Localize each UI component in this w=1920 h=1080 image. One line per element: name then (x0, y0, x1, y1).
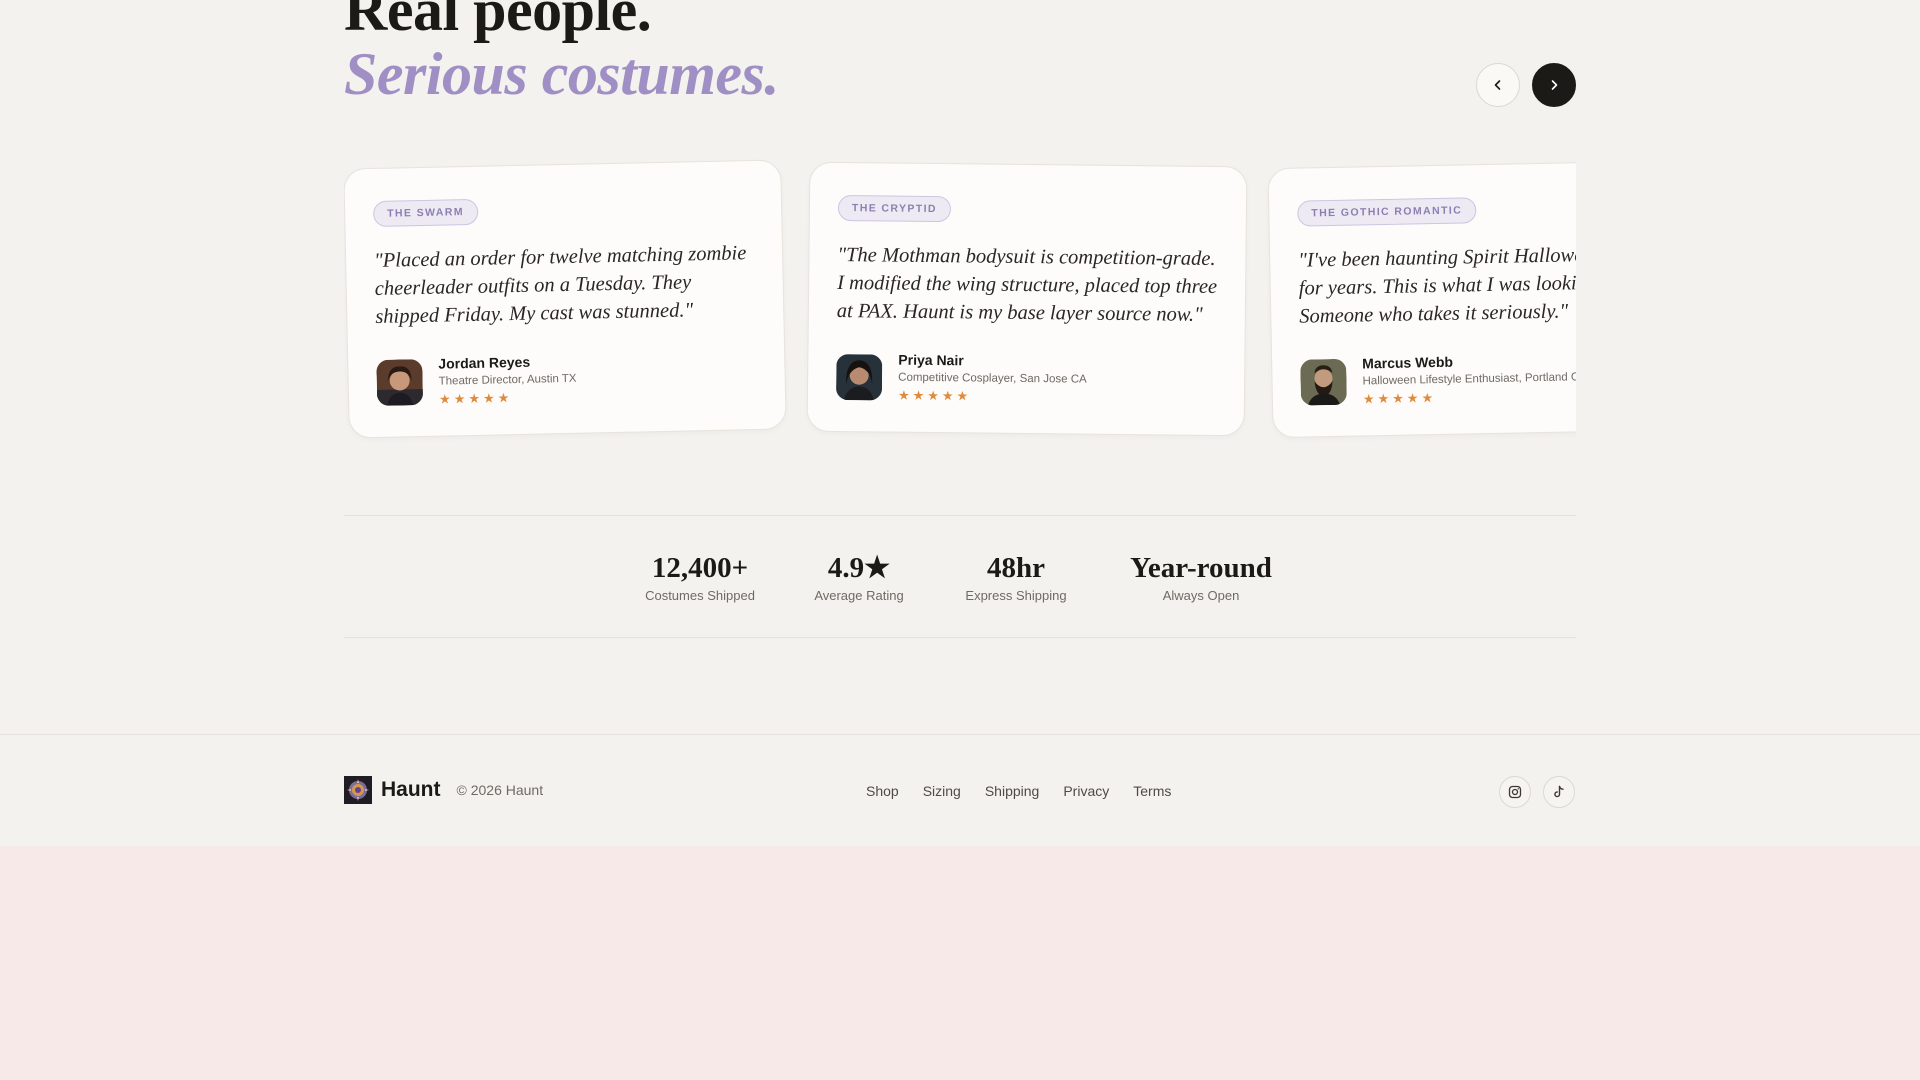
stat-label: Average Rating (814, 588, 904, 603)
testimonial-tag: THE SWARM (372, 198, 479, 227)
tiktok-icon (1554, 785, 1564, 798)
tiktok-button[interactable] (1543, 776, 1575, 808)
quote-line: at PAX. Haunt is my base layer source no… (836, 300, 1203, 326)
heading-line-1: Real people. (344, 0, 652, 43)
testimonial-author: Jordan Reyes Theatre Director, Austin TX… (376, 349, 757, 408)
stat-value: 4.9★ (827, 552, 891, 584)
testimonial-tag: THE CRYPTID (837, 195, 952, 223)
stat-value: 12,400+ (651, 552, 749, 584)
footer-link-sizing[interactable]: Sizing (923, 783, 961, 799)
carousel-next-button[interactable] (1532, 63, 1576, 107)
footer-link-terms[interactable]: Terms (1133, 783, 1171, 799)
stat-value: Year-round (1130, 552, 1272, 584)
quote-line: "The Mothman bodysuit is competition-gra… (837, 244, 1216, 270)
testimonial-quote: "Placed an order for twelve matching zom… (374, 239, 756, 331)
avatar (376, 358, 424, 406)
stat-express-shipping: 48hr Express Shipping (961, 552, 1071, 603)
footer-link-shipping[interactable]: Shipping (985, 783, 1040, 799)
testimonial-card: THE SWARM "Placed an order for twelve ma… (344, 159, 787, 439)
chevron-right-icon (1551, 80, 1558, 90)
footer-link-privacy[interactable]: Privacy (1063, 783, 1109, 799)
stat-average-rating: 4.9★ Average Rating (809, 552, 909, 603)
testimonial-carousel[interactable]: THE SWARM "Placed an order for twelve ma… (344, 150, 1576, 450)
copyright-text: © 2026 Haunt (456, 782, 544, 798)
testimonial-quote: "The Mothman bodysuit is competition-gra… (837, 241, 1218, 329)
author-role: Competitive Cosplayer, San Jose CA (898, 371, 1087, 386)
star-rating: ★★★★★ (897, 387, 972, 404)
avatar (835, 353, 883, 400)
testimonials-page: Real people. Serious costumes. THE SWARM… (0, 0, 1920, 846)
instagram-button[interactable] (1499, 776, 1531, 808)
chevron-left-icon (1494, 80, 1501, 90)
star-rating: ★★★★★ (438, 390, 513, 407)
footer-link-shop[interactable]: Shop (866, 783, 899, 799)
carousel-prev-button[interactable] (1476, 63, 1520, 107)
stat-value: 48hr (987, 552, 1045, 584)
author-role: Theatre Director, Austin TX (438, 372, 577, 388)
stat-costumes-shipped: 12,400+ Costumes Shipped (644, 552, 756, 603)
brand-name: Haunt (381, 778, 441, 801)
site-footer: Haunt © 2026 Haunt Shop Sizing Shipping … (0, 734, 1920, 846)
stat-always-open: Year-round Always Open (1126, 552, 1276, 603)
quote-line: I modified the wing structure, placed to… (837, 272, 1218, 298)
star-rating: ★★★★★ (1362, 390, 1437, 407)
author-role: Halloween Lifestyle Enthusiast, Portland… (1362, 371, 1576, 388)
footer-brand[interactable]: Haunt © 2026 Haunt (344, 776, 543, 804)
stat-label: Always Open (1162, 588, 1240, 603)
footer-nav: Shop Sizing Shipping Privacy Terms (866, 783, 1195, 799)
testimonial-author: Priya Nair Competitive Cosplayer, San Jo… (835, 351, 1217, 406)
heading-line-2: Serious costumes. (344, 41, 779, 107)
author-name: Priya Nair (898, 351, 964, 369)
testimonial-tag: THE GOTHIC ROMANTIC (1297, 197, 1477, 227)
testimonial-card: THE GOTHIC ROMANTIC "I've been haunting … (1267, 159, 1576, 439)
section-heading: Real people. Serious costumes. (344, 0, 1576, 106)
avatar (1300, 358, 1347, 406)
testimonial-author: Marcus Webb Halloween Lifestyle Enthusia… (1300, 349, 1576, 407)
stat-label: Costumes Shipped (645, 588, 755, 603)
testimonial-card: THE CRYPTID "The Mothman bodysuit is com… (806, 161, 1248, 437)
stats-band: 12,400+ Costumes Shipped 4.9★ Average Ra… (344, 515, 1576, 638)
testimonial-quote: "I've been haunting Spirit Halloween sto… (1298, 239, 1576, 330)
stat-label: Express Shipping (965, 588, 1067, 603)
instagram-icon (1508, 785, 1522, 799)
author-name: Jordan Reyes (438, 353, 531, 372)
haunt-logo-icon (344, 776, 372, 804)
